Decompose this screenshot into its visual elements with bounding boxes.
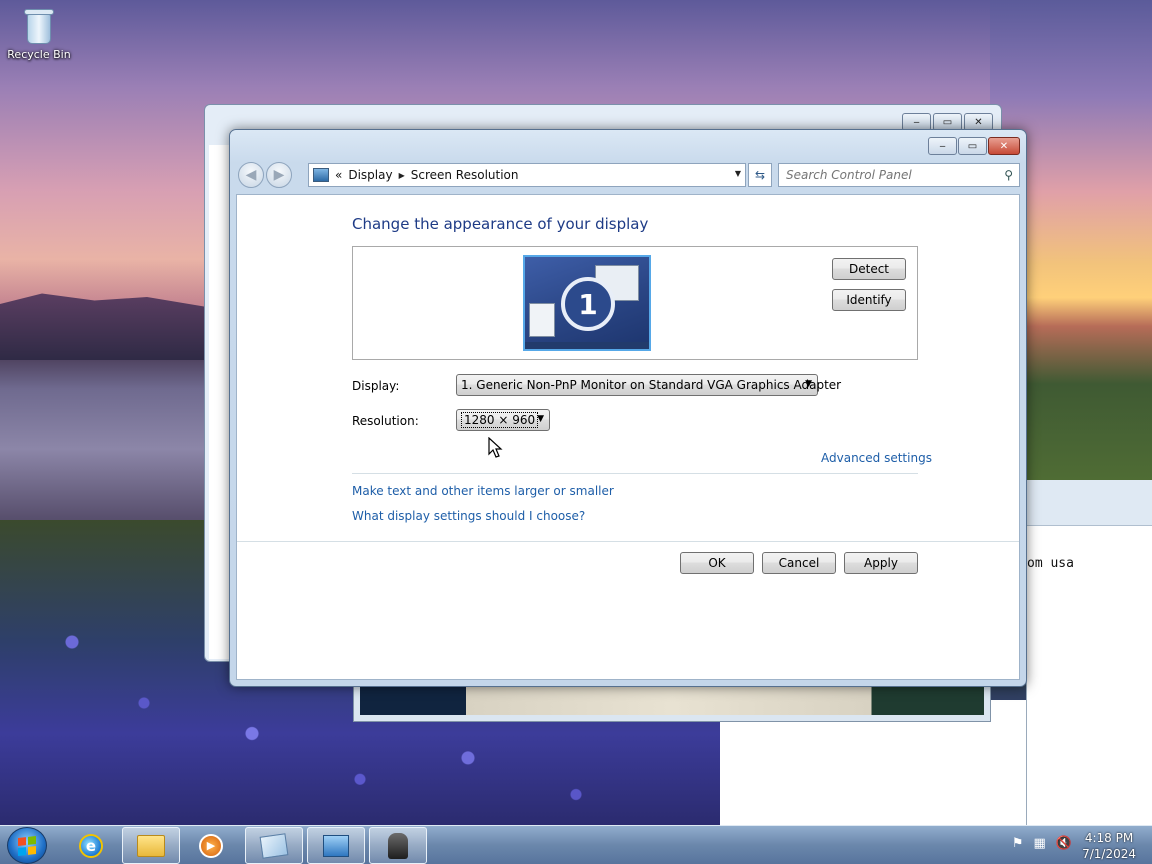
minimize-button[interactable]: ‒ — [928, 137, 957, 155]
background-terminal-header — [1027, 480, 1152, 526]
breadcrumb-screen-resolution[interactable]: Screen Resolution — [411, 168, 519, 182]
taskbar-control-panel[interactable] — [307, 827, 365, 864]
network-icon[interactable]: ▦ — [1034, 836, 1046, 851]
breadcrumb-separator-icon[interactable]: ▶ — [399, 171, 405, 180]
screen-resolution-window[interactable]: ‒ ▭ ✕ ◀ ▶ « Display ▶ Screen Resolution … — [229, 129, 1027, 687]
background-picture — [360, 687, 984, 715]
chess-icon — [388, 832, 408, 859]
control-panel-icon — [323, 834, 349, 857]
recycle-bin-shortcut[interactable]: Recycle Bin — [6, 6, 72, 61]
resolution-label: Resolution: — [352, 414, 419, 428]
monitor-number: 1 — [561, 277, 615, 331]
taskbar: e ▶ ⚑ ▦ 🔇 4:18 PM 7/1/2024 — [0, 825, 1152, 864]
volume-muted-icon[interactable]: 🔇 — [1056, 836, 1072, 851]
background-terminal-text: om usa — [1027, 556, 1074, 571]
search-box[interactable]: ⚲ — [778, 163, 1020, 187]
advanced-settings-link[interactable]: Advanced settings — [821, 451, 932, 465]
control-panel-icon — [313, 168, 329, 182]
clock-time: 4:18 PM — [1084, 831, 1134, 845]
taskbar-windows-explorer[interactable] — [122, 827, 180, 864]
recycle-bin-label: Recycle Bin — [7, 48, 71, 61]
chevron-down-icon: ▼ — [805, 379, 812, 389]
identify-button[interactable]: Identify — [832, 289, 906, 311]
paint-icon — [259, 832, 289, 859]
refresh-icon: ⇆ — [754, 168, 766, 182]
internet-explorer-icon: e — [79, 833, 103, 858]
mouse-cursor-icon — [488, 437, 503, 458]
monitor-arrangement-panel: 1 Detect Identify — [352, 246, 918, 360]
display-settings-help-link[interactable]: What display settings should I choose? — [352, 509, 585, 523]
close-button[interactable]: ✕ — [988, 137, 1020, 155]
clock[interactable]: 4:18 PM 7/1/2024 — [1082, 830, 1136, 862]
address-dropdown-icon[interactable]: ▼ — [735, 169, 741, 178]
clock-date: 7/1/2024 — [1082, 847, 1136, 861]
window-controls: ‒ ▭ ✕ — [928, 137, 1020, 155]
breadcrumb-overflow[interactable]: « — [335, 168, 342, 182]
monitor-1-thumbnail[interactable]: 1 — [523, 255, 651, 351]
apply-button[interactable]: Apply — [844, 552, 918, 574]
page-title: Change the appearance of your display — [352, 215, 649, 233]
forward-arrow-icon: ▶ — [273, 167, 285, 183]
cancel-button[interactable]: Cancel — [762, 552, 836, 574]
recycle-bin-icon — [23, 6, 55, 46]
navigation-bar: ◀ ▶ « Display ▶ Screen Resolution ▼ ⇆ ⚲ — [236, 160, 1020, 190]
windows-logo-icon — [18, 835, 36, 856]
taskbar-paint[interactable] — [245, 827, 303, 864]
address-bar[interactable]: « Display ▶ Screen Resolution ▼ — [308, 163, 746, 187]
maximize-button[interactable]: ▭ — [958, 137, 987, 155]
taskbar-media-player[interactable]: ▶ — [182, 827, 240, 864]
background-terminal-window[interactable]: om usa — [1026, 480, 1152, 825]
taskbar-internet-explorer[interactable]: e — [62, 827, 120, 864]
system-tray: ⚑ ▦ 🔇 — [1012, 836, 1072, 851]
resolution-select-value: 1280 × 960 — [461, 412, 539, 428]
display-select[interactable]: 1. Generic Non-PnP Monitor on Standard V… — [456, 374, 841, 396]
chevron-down-icon: ▼ — [537, 414, 544, 424]
breadcrumb-display[interactable]: Display — [348, 168, 392, 182]
search-icon[interactable]: ⚲ — [1004, 168, 1013, 182]
forward-button[interactable]: ▶ — [266, 162, 292, 188]
refresh-button[interactable]: ⇆ — [748, 163, 772, 187]
search-input[interactable] — [779, 164, 989, 186]
back-button[interactable]: ◀ — [238, 162, 264, 188]
text-size-link[interactable]: Make text and other items larger or smal… — [352, 484, 614, 498]
detect-button[interactable]: Detect — [832, 258, 906, 280]
monitor-window-graphic-small — [529, 303, 555, 337]
divider — [352, 473, 918, 474]
start-button[interactable] — [7, 827, 47, 864]
wallpaper-mountains — [0, 293, 210, 360]
back-arrow-icon: ◀ — [245, 167, 257, 183]
display-select-value: 1. Generic Non-PnP Monitor on Standard V… — [461, 378, 842, 392]
media-player-icon: ▶ — [199, 833, 223, 858]
content-area: Change the appearance of your display 1 … — [236, 194, 1020, 680]
ok-button[interactable]: OK — [680, 552, 754, 574]
display-label: Display: — [352, 379, 400, 393]
folder-icon — [137, 834, 165, 857]
resolution-select[interactable]: 1280 × 960 ▼ — [456, 409, 550, 431]
footer-divider — [237, 541, 1019, 542]
monitor-taskbar-graphic — [525, 342, 649, 349]
taskbar-chess[interactable] — [369, 827, 427, 864]
action-center-flag-icon[interactable]: ⚑ — [1012, 836, 1024, 851]
